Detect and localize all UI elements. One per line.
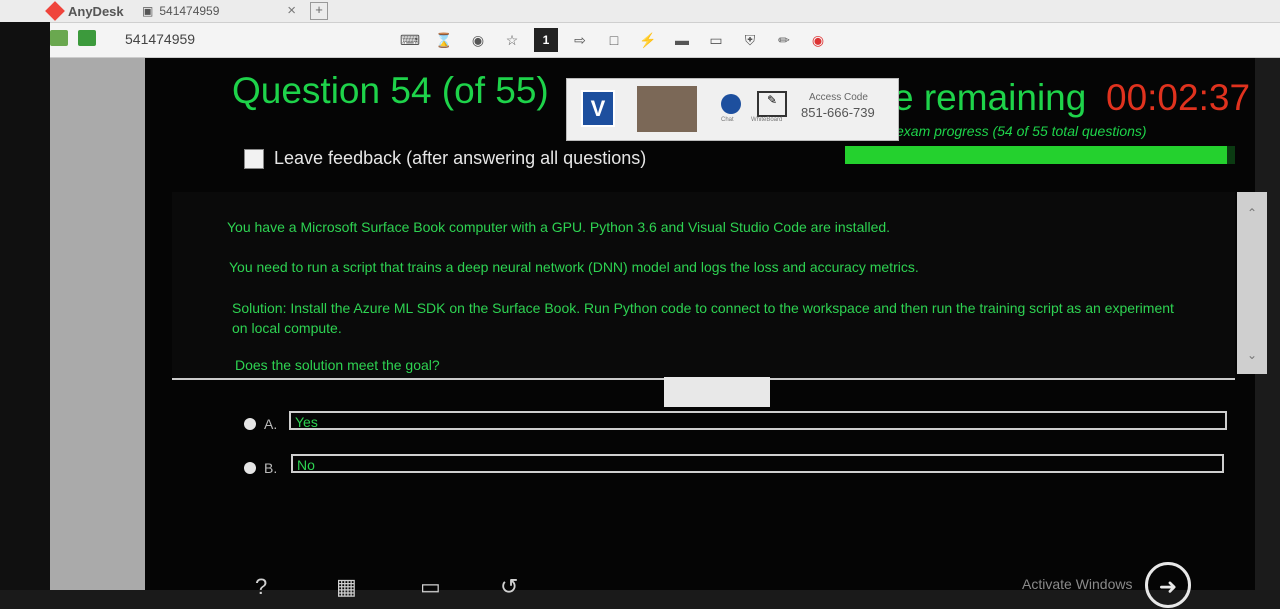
answer-option-a[interactable]: A. — [244, 416, 277, 432]
session-tab[interactable]: ▣ 541474959 × — [142, 0, 302, 22]
time-remaining-label: e remaining — [893, 77, 1087, 118]
feedback-checkbox[interactable] — [244, 148, 264, 169]
overlay-logo: V — [581, 90, 615, 127]
scroll-up-icon[interactable]: ⌃ — [1243, 206, 1261, 220]
shield-icon[interactable]: ⛨ — [738, 28, 762, 52]
anydesk-brand[interactable]: AnyDesk — [45, 0, 124, 22]
access-code-label: Access Code — [809, 92, 868, 103]
side-panel — [50, 58, 145, 590]
access-code-value: 851-666-739 — [801, 105, 875, 120]
scroll-down-icon[interactable]: ⌄ — [1243, 348, 1261, 362]
answer-a-radio[interactable] — [244, 418, 256, 430]
transfer-icon[interactable]: ⇨ — [568, 28, 592, 52]
close-tab-icon[interactable]: × — [287, 2, 296, 19]
pen-icon[interactable]: ✏ — [772, 28, 796, 52]
lock-icon[interactable]: ◉ — [466, 28, 490, 52]
feedback-label: Leave feedback (after answering all ques… — [274, 148, 647, 168]
new-tab-button[interactable]: + — [310, 2, 328, 20]
previous-icon[interactable]: ↺ — [500, 574, 518, 600]
time-remaining-value: 00:02:37 — [1106, 77, 1251, 118]
review-screen-icon[interactable]: ▭ — [420, 574, 441, 600]
display-icon[interactable]: ▬ — [670, 28, 694, 52]
session-tab-title: 541474959 — [159, 4, 220, 18]
feedback-option[interactable]: Leave feedback (after answering all ques… — [244, 148, 646, 169]
screen-icon[interactable]: ▭ — [704, 28, 728, 52]
question-line-3: Solution: Install the Azure ML SDK on th… — [232, 300, 1174, 336]
whiteboard-icon[interactable]: ✎ — [757, 91, 787, 117]
anydesk-session-overlay: V Chat ✎ WhiteBoard Access Code 851-666-… — [566, 78, 899, 141]
anydesk-logo-icon — [45, 1, 65, 21]
connection-status-icon[interactable] — [50, 30, 68, 46]
question-line-1: You have a Microsoft Surface Book comput… — [227, 219, 891, 235]
verified-icon[interactable] — [78, 30, 96, 46]
answer-b-radio[interactable] — [244, 462, 256, 474]
answer-b-text[interactable]: No — [291, 454, 1224, 473]
monitor-icon: ▣ — [142, 4, 154, 18]
remote-address: 541474959 — [125, 31, 196, 47]
overlay-chat-label: Chat — [721, 117, 734, 123]
answer-option-b[interactable]: B. — [244, 460, 277, 476]
exam-progress-text: exam progress (54 of 55 total questions) — [896, 123, 1147, 139]
answer-a-letter: A. — [264, 416, 278, 432]
exam-progress-bar — [845, 146, 1235, 164]
next-arrow-icon[interactable]: ➜ — [1145, 562, 1191, 608]
calculator-icon[interactable]: ▦ — [336, 574, 357, 600]
monitor-select-button[interactable]: 1 — [534, 28, 558, 52]
answer-b-letter: B. — [264, 460, 278, 476]
answer-a-text[interactable]: Yes — [289, 411, 1227, 430]
question-title: Question 54 (of 55) — [232, 70, 549, 111]
webcam-preview — [637, 86, 697, 132]
hourglass-icon[interactable]: ⌛ — [432, 28, 456, 52]
anydesk-toolbar: 541474959 ⌨ ⌛ ◉ ☆ 1 ⇨ □ ⚡ ▬ ▭ ⛨ ✏ ◉ — [0, 23, 1280, 58]
anydesk-tab-bar: AnyDesk ▣ 541474959 × + — [0, 0, 1280, 23]
anydesk-brand-label: AnyDesk — [68, 3, 124, 19]
overlay-whiteboard-label: WhiteBoard — [751, 117, 783, 123]
star-icon[interactable]: ☆ — [500, 28, 524, 52]
question-line-2: You need to run a script that trains a d… — [229, 259, 919, 275]
record-icon[interactable]: ◉ — [806, 28, 830, 52]
chat-icon[interactable]: □ — [602, 28, 626, 52]
action-icon[interactable]: ⚡ — [636, 28, 660, 52]
screen-bezel-left — [0, 22, 50, 590]
question-prompt: Does the solution meet the goal? — [235, 357, 440, 373]
help-icon[interactable]: ? — [255, 574, 267, 600]
exam-progress-fill — [845, 146, 1228, 164]
pane-resize-handle[interactable] — [664, 377, 770, 407]
question-scrollbar[interactable]: ⌃ ⌄ — [1237, 192, 1267, 374]
keyboard-icon[interactable]: ⌨ — [398, 28, 422, 52]
overlay-chat-icon[interactable] — [721, 94, 741, 114]
